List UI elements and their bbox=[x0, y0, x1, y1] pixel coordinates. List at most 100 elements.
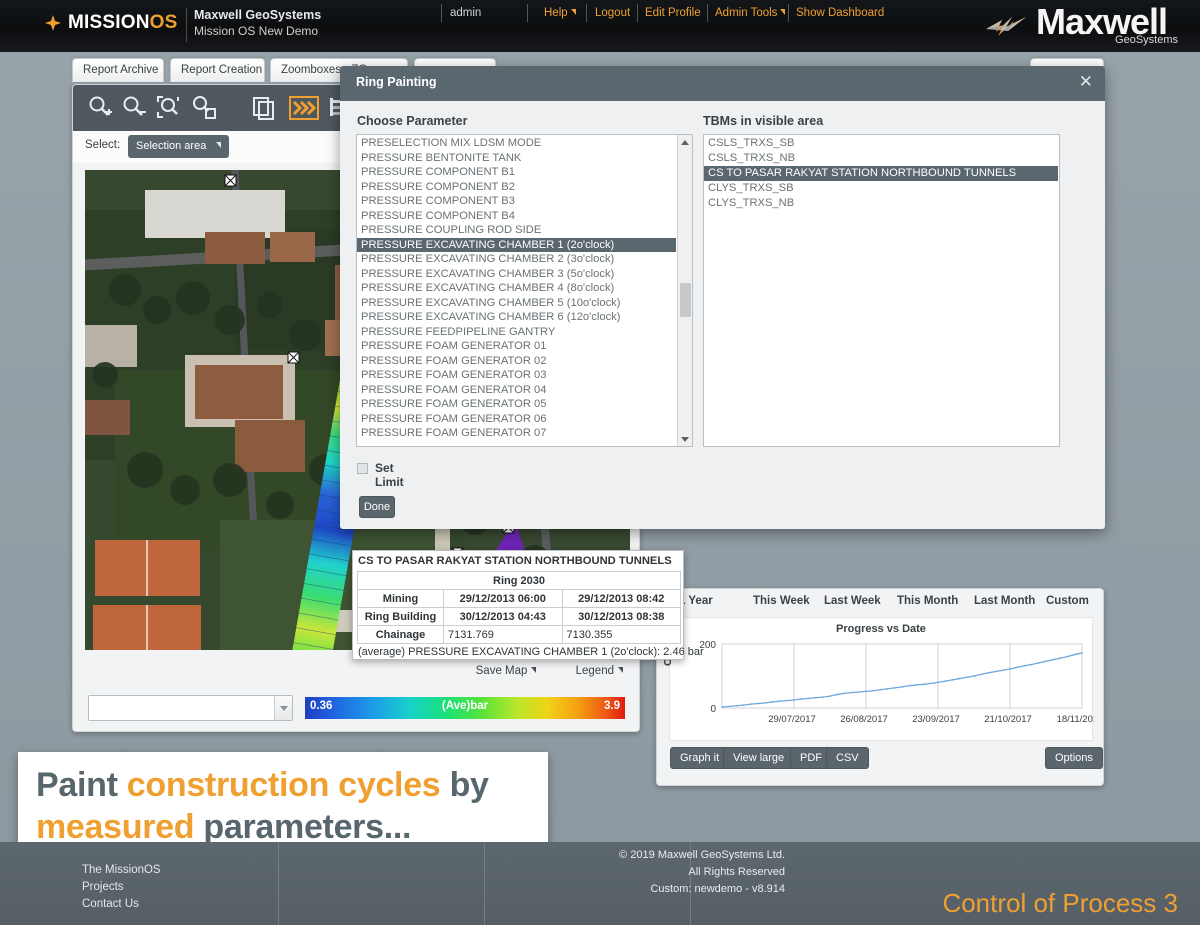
csv-button[interactable]: CSV bbox=[826, 747, 869, 769]
tbm-list-item[interactable]: CLYS_TRXS_SB bbox=[704, 181, 1058, 196]
logout-link[interactable]: Logout bbox=[595, 7, 630, 19]
parameter-listbox-scrollbar[interactable] bbox=[677, 135, 692, 446]
parameter-list-item[interactable]: PRESSURE FEEDPIPELINE GANTRY bbox=[357, 325, 676, 340]
svg-text:23/09/2017: 23/09/2017 bbox=[912, 714, 960, 725]
selection-area-button[interactable]: Selection area bbox=[128, 135, 230, 158]
period-1-year[interactable]: 1 Year bbox=[679, 595, 713, 607]
parameter-list-item[interactable]: PRESSURE EXCAVATING CHAMBER 1 (2o'clock) bbox=[357, 237, 676, 252]
parameter-list-item[interactable]: PRESSURE COMPONENT B1 bbox=[357, 165, 676, 180]
map-layer-select[interactable] bbox=[88, 695, 293, 721]
zoom-out-icon[interactable] bbox=[119, 93, 149, 123]
period-custom[interactable]: Custom bbox=[1046, 595, 1089, 607]
legend-link[interactable]: Legend bbox=[558, 665, 623, 677]
parameter-list-item[interactable]: PRESSURE FOAM GENERATOR 05 bbox=[357, 397, 676, 412]
svg-text:29/07/2017: 29/07/2017 bbox=[768, 714, 816, 725]
footer-link-projects[interactable]: Projects bbox=[82, 881, 124, 893]
top-header: MISSIONOS Maxwell GeoSystems Mission OS … bbox=[0, 0, 1200, 52]
chevron-down-icon bbox=[570, 9, 576, 15]
caption-part-3: by bbox=[440, 766, 489, 804]
parameter-list-item[interactable]: PRESSURE COMPONENT B3 bbox=[357, 194, 676, 209]
tbm-list-item[interactable]: CS TO PASAR RAKYAT STATION NORTHBOUND TU… bbox=[704, 166, 1058, 181]
tooltip-row-value-2: 29/12/2013 08:42 bbox=[561, 589, 681, 608]
footer-link-missionos[interactable]: The MissionOS bbox=[82, 864, 161, 876]
svg-text:0: 0 bbox=[710, 704, 716, 715]
progress-chart[interactable]: Progress vs Date Chainage 29/07/201726/0… bbox=[662, 617, 1094, 741]
choose-parameter-label: Choose Parameter bbox=[357, 114, 468, 128]
header-sep-2 bbox=[527, 4, 528, 22]
parameter-list-item[interactable]: PRESSURE BENTONITE TANK bbox=[357, 151, 676, 166]
tbm-listbox[interactable]: CSLS_TRXS_SB CSLS_TRXS_NB CS TO PASAR RAKY… bbox=[703, 134, 1060, 447]
legend-unit-label: (Ave)bar bbox=[441, 700, 489, 712]
close-icon[interactable]: ✕ bbox=[1079, 73, 1093, 91]
footer-link-contact[interactable]: Contact Us bbox=[82, 898, 139, 910]
current-user: admin bbox=[450, 7, 482, 19]
maxwell-logo: Maxwell GeoSystems bbox=[976, 0, 1186, 52]
chevron-down-icon bbox=[216, 142, 222, 148]
chevron-down-icon bbox=[163, 66, 164, 72]
parameter-list-item[interactable]: PRESSURE EXCAVATING CHAMBER 2 (3o'clock) bbox=[357, 252, 676, 267]
ring-painting-icon[interactable] bbox=[288, 93, 319, 123]
edit-profile-link[interactable]: Edit Profile bbox=[645, 7, 701, 19]
options-button[interactable]: Options bbox=[1045, 747, 1103, 769]
done-button[interactable]: Done bbox=[359, 496, 395, 518]
footer-divider-2 bbox=[484, 842, 485, 925]
map-links: Save Map Legend bbox=[440, 665, 623, 677]
tab-report-creation[interactable]: Report Creation bbox=[170, 58, 265, 82]
parameter-list-item[interactable]: PRESSURE FOAM GENERATOR 04 bbox=[357, 383, 676, 398]
header-divider bbox=[186, 8, 187, 42]
parameter-list-item[interactable]: PRESSURE COUPLING ROD SIDE bbox=[357, 223, 676, 238]
app-logo[interactable]: MISSIONOS bbox=[68, 12, 178, 34]
scrollbar-thumb[interactable] bbox=[680, 283, 691, 317]
parameter-list-item[interactable]: PRESSURE FOAM GENERATOR 03 bbox=[357, 368, 676, 383]
zoom-box-icon[interactable] bbox=[189, 93, 219, 123]
chevron-down-icon bbox=[531, 667, 537, 673]
zoom-in-icon[interactable] bbox=[85, 93, 115, 123]
chart-panel: 1 Year This Week Last Week This Month La… bbox=[656, 588, 1104, 786]
parameter-list-item[interactable]: PRESSURE EXCAVATING CHAMBER 5 (10o'clock… bbox=[357, 296, 676, 311]
save-map-link[interactable]: Save Map bbox=[458, 665, 537, 677]
parameter-list-item[interactable]: PRESSURE EXCAVATING CHAMBER 4 (8o'clock) bbox=[357, 281, 676, 296]
parameter-list-item[interactable]: PRESELECTION MIX LDSM MODE bbox=[357, 136, 676, 151]
parameter-list-item[interactable]: PRESSURE FOAM GENERATOR 02 bbox=[357, 354, 676, 369]
footer-brand-text: Control of Process 3 bbox=[942, 888, 1178, 918]
view-large-button[interactable]: View large bbox=[723, 747, 795, 769]
tbm-list-item[interactable]: CSLS_TRXS_SB bbox=[704, 136, 1058, 151]
zoom-extent-icon[interactable] bbox=[154, 93, 184, 123]
set-limit-checkbox[interactable] bbox=[357, 463, 368, 474]
tooltip-title: CS TO PASAR RAKYAT STATION NORTHBOUND TU… bbox=[358, 555, 672, 567]
parameter-list-item[interactable]: PRESSURE COMPONENT B2 bbox=[357, 180, 676, 195]
parameter-list-item[interactable]: PRESSURE COMPONENT B4 bbox=[357, 209, 676, 224]
maxwell-star-icon bbox=[982, 8, 1030, 47]
tooltip-ring-header-row: Ring 2030 bbox=[357, 571, 681, 590]
scroll-down-icon[interactable] bbox=[678, 432, 692, 446]
period-selector-row: 1 Year This Week Last Week This Month La… bbox=[657, 589, 1103, 617]
period-this-month[interactable]: This Month bbox=[897, 595, 958, 607]
admin-tools-link[interactable]: Admin Tools bbox=[715, 7, 786, 19]
selection-area-label: Selection area bbox=[136, 140, 207, 152]
parameter-list-item[interactable]: PRESSURE EXCAVATING CHAMBER 3 (5o'clock) bbox=[357, 267, 676, 282]
svg-text:26/08/2017: 26/08/2017 bbox=[840, 714, 888, 725]
parameter-list-item[interactable]: PRESSURE FOAM GENERATOR 01 bbox=[357, 339, 676, 354]
chart-title: Progress vs Date bbox=[836, 623, 926, 635]
help-link[interactable]: Help bbox=[544, 7, 576, 19]
dialog-title-bar[interactable]: Ring Painting ✕ bbox=[340, 66, 1105, 101]
tbms-label: TBMs in visible area bbox=[703, 114, 824, 128]
period-last-month[interactable]: Last Month bbox=[974, 595, 1035, 607]
parameter-listbox[interactable]: PRESELECTION MIX LDSM MODE PRESSURE BENTO… bbox=[356, 134, 693, 447]
tooltip-row: Chainage 7131.769 7130.355 bbox=[357, 625, 681, 644]
graph-it-button[interactable]: Graph it bbox=[670, 747, 730, 769]
parameter-list-item[interactable]: PRESSURE FOAM GENERATOR 06 bbox=[357, 412, 676, 427]
show-dashboard-link[interactable]: Show Dashboard bbox=[796, 7, 884, 19]
caption-part-5: parameters... bbox=[194, 808, 412, 846]
layers-icon[interactable] bbox=[249, 93, 279, 123]
tbm-list-item[interactable]: CSLS_TRXS_NB bbox=[704, 151, 1058, 166]
tab-report-archive[interactable]: Report Archive bbox=[72, 58, 164, 82]
caption-overlay: Paint construction cycles by measured pa… bbox=[18, 752, 548, 850]
tooltip-footer: (average) PRESSURE EXCAVATING CHAMBER 1 … bbox=[358, 646, 704, 658]
period-last-week[interactable]: Last Week bbox=[824, 595, 881, 607]
period-this-week[interactable]: This Week bbox=[753, 595, 810, 607]
parameter-list-item[interactable]: PRESSURE FOAM GENERATOR 07 bbox=[357, 426, 676, 441]
parameter-list-item[interactable]: PRESSURE EXCAVATING CHAMBER 6 (12o'clock… bbox=[357, 310, 676, 325]
scroll-up-icon[interactable] bbox=[678, 135, 692, 149]
tbm-list-item[interactable]: CLYS_TRXS_NB bbox=[704, 196, 1058, 211]
